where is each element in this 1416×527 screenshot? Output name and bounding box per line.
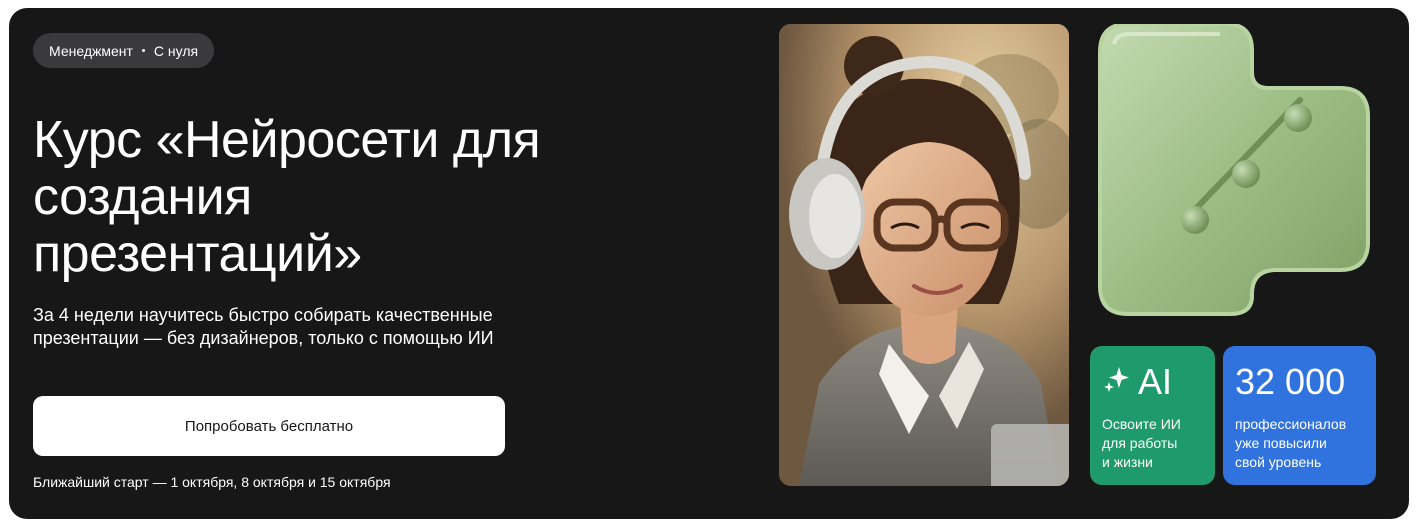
- course-title: Курс «Нейросети для создания презентаций…: [33, 111, 541, 283]
- sparkle-icon: [1102, 362, 1132, 402]
- ai-card-value: AI: [1138, 361, 1173, 402]
- tag-category: Менеджмент: [49, 42, 133, 59]
- ai-card-heading: AI: [1102, 362, 1205, 402]
- connected-dots-3d-shape: [1090, 22, 1390, 324]
- professionals-card-text: профессионалов уже повысили свой уровень: [1235, 416, 1347, 470]
- professionals-stat-card: 32 000 профессионалов уже повысили свой …: [1223, 346, 1376, 485]
- ai-stat-card: AI Освоите ИИ для работы и жизни: [1090, 346, 1215, 485]
- course-tag: Менеджмент С нуля: [33, 33, 215, 68]
- course-subtitle: За 4 недели научитесь быстро собирать ка…: [33, 305, 494, 348]
- tag-separator-dot: [141, 49, 145, 52]
- try-free-button[interactable]: Попробовать бесплатно: [33, 396, 505, 456]
- woman-with-headphones-photo: [779, 24, 1069, 486]
- tag-level: С нуля: [153, 42, 199, 59]
- next-start-dates: Ближайший старт — 1 октября, 8 октября и…: [33, 474, 391, 490]
- professionals-card-value: 32 000: [1235, 361, 1346, 402]
